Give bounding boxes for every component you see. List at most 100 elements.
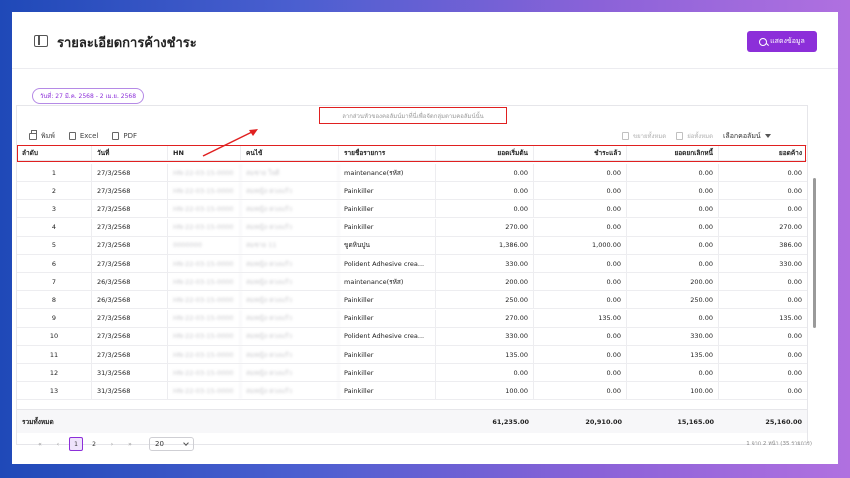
row-start: 135.00: [436, 346, 534, 363]
row-hn: 0000000: [168, 236, 241, 254]
table-row[interactable]: 6 27/3/2568 HN-22-03-15-0000 สมหญิง ดวงแก้ว…: [17, 255, 807, 273]
row-owed: 0.00: [787, 368, 802, 377]
row-start: 0.00: [436, 364, 534, 382]
row-item: Painkiller: [339, 200, 436, 218]
pagination: « ‹ 1 2 › » 20: [33, 437, 194, 451]
sidebar-toggle-icon[interactable]: [34, 35, 48, 47]
row-start: 100.00: [436, 382, 534, 400]
table-row[interactable]: 11 27/3/2568 HN-22-03-15-0000 สมหญิง ดวงแก้…: [17, 346, 807, 364]
totals-label: รวมทั้งหมด: [22, 417, 54, 426]
row-item: maintenance(รหัส): [339, 273, 436, 291]
row-patient: สมหญิง ดวงแก้ว: [241, 182, 339, 200]
expand-icon: [622, 132, 629, 140]
row-no: 7: [17, 273, 92, 291]
row-no: 8: [17, 291, 92, 309]
row-hn: HN-22-03-15-0000: [168, 273, 241, 291]
table-row[interactable]: 2 27/3/2568 HN-22-03-15-0000 สมหญิง ดวงแก้ว…: [17, 182, 807, 201]
table-row[interactable]: 13 31/3/2568 HN-22-03-15-0000 สมหญิง ดวงแก้…: [17, 382, 807, 401]
row-hn: HN-22-03-15-0000: [168, 164, 241, 181]
print-button[interactable]: พิมพ์: [29, 129, 55, 142]
table-row[interactable]: 1 27/3/2568 HN-22-03-15-0000 สมชาย ใจดี main…: [17, 164, 807, 182]
pdf-button[interactable]: PDF: [112, 132, 137, 140]
excel-button[interactable]: Excel: [68, 132, 99, 140]
row-no: 1: [17, 164, 92, 181]
row-patient: สมหญิง ดวงแก้ว: [241, 364, 339, 382]
row-item: Painkiller: [339, 309, 436, 327]
first-page-button[interactable]: «: [33, 437, 47, 451]
row-item: Painkiller: [339, 182, 436, 200]
next-page-button[interactable]: ›: [105, 437, 119, 451]
row-owed: 330.00: [779, 259, 802, 268]
row-paid: 135.00: [534, 309, 627, 327]
last-page-button[interactable]: »: [123, 437, 137, 451]
row-date: 27/3/2568: [92, 182, 168, 200]
row-no: 5: [17, 236, 92, 254]
page-size-select[interactable]: 20: [149, 437, 194, 451]
collapse-all-button[interactable]: ย่อทั้งหมด: [676, 131, 713, 141]
totals-start: 61,235.00: [492, 417, 529, 426]
row-no: 4: [17, 218, 92, 236]
page-header: รายละเอียดการค้างชำระ แสดงข้อมูล: [12, 12, 838, 69]
group-panel[interactable]: ลากส่วนหัวของคอลัมน์มาที่นี่เพื่อจัดกลุ่…: [319, 107, 507, 124]
table-row[interactable]: 4 27/3/2568 HN-22-03-15-0000 สมหญิง ดวงแก้ว…: [17, 218, 807, 237]
row-owed: 0.00: [787, 277, 802, 286]
vertical-scrollbar[interactable]: [813, 178, 816, 328]
row-date: 27/3/2568: [92, 236, 168, 254]
row-patient: สมหญิง ดวงแก้ว: [241, 218, 339, 236]
row-patient: สมหญิง ดวงแก้ว: [241, 200, 339, 218]
expand-all-button[interactable]: ขยายทั้งหมด: [622, 131, 666, 141]
row-item: Painkiller: [339, 218, 436, 236]
row-cancel: 0.00: [627, 200, 719, 218]
table-row[interactable]: 5 27/3/2568 0000000 สมชาย 11 ขูดหินปูน 1,386.…: [17, 236, 807, 255]
row-owed: 0.00: [787, 332, 802, 341]
search-icon: [759, 37, 768, 46]
column-chooser[interactable]: เลือกคอลัมน์: [723, 131, 771, 142]
row-start: 0.00: [436, 200, 534, 218]
page-title: รายละเอียดการค้างชำระ: [57, 36, 197, 51]
row-cancel: 0.00: [627, 309, 719, 327]
totals-owed: 25,160.00: [765, 417, 802, 426]
pdf-label: PDF: [123, 132, 138, 140]
row-no: 13: [17, 382, 92, 400]
table-row[interactable]: 3 27/3/2568 HN-22-03-15-0000 สมหญิง ดวงแก้ว…: [17, 200, 807, 219]
row-start: 1,386.00: [436, 236, 534, 254]
row-date: 27/3/2568: [92, 255, 168, 272]
row-paid: 0.00: [534, 273, 627, 291]
row-hn: HN-22-03-15-0000: [168, 255, 241, 272]
row-start: 250.00: [436, 291, 534, 309]
table-row[interactable]: 12 31/3/2568 HN-22-03-15-0000 สมหญิง ดวงแก้…: [17, 364, 807, 383]
row-owed: 386.00: [779, 241, 802, 250]
prev-page-button[interactable]: ‹: [51, 437, 65, 451]
row-item: Painkiller: [339, 291, 436, 309]
row-hn: HN-22-03-15-0000: [168, 218, 241, 236]
export-toolbar: พิมพ์ Excel PDF: [29, 129, 137, 142]
table-row[interactable]: 8 26/3/2568 HN-22-03-15-0000 สมหญิง ดวงแก้ว…: [17, 291, 807, 310]
table-row[interactable]: 10 27/3/2568 HN-22-03-15-0000 สมหญิง ดวงแก้…: [17, 327, 807, 346]
page-size-value: 20: [155, 440, 164, 448]
table-row[interactable]: 7 26/3/2568 HN-22-03-15-0000 สมหญิง ดวงแก้ว…: [17, 273, 807, 292]
row-cancel: 100.00: [627, 382, 719, 400]
page-2-button[interactable]: 2: [87, 437, 101, 451]
row-owed: 0.00: [787, 186, 802, 195]
collapse-all-label: ย่อทั้งหมด: [687, 133, 714, 140]
row-date: 26/3/2568: [92, 273, 168, 291]
row-item: Painkiller: [339, 382, 436, 400]
row-paid: 0.00: [534, 255, 627, 272]
table-row[interactable]: 9 27/3/2568 HN-22-03-15-0000 สมหญิง ดวงแก้ว…: [17, 309, 807, 328]
row-date: 27/3/2568: [92, 309, 168, 327]
row-cancel: 330.00: [627, 327, 719, 345]
row-patient: สมหญิง ดวงแก้ว: [241, 255, 339, 272]
date-range-chip[interactable]: วันที่: 27 มี.ค. 2568 - 2 เม.ย. 2568: [32, 88, 144, 104]
show-data-label: แสดงข้อมูล: [770, 37, 805, 45]
show-data-button[interactable]: แสดงข้อมูล: [747, 31, 817, 52]
excel-label: Excel: [79, 132, 99, 140]
page-1-button[interactable]: 1: [69, 437, 83, 451]
column-chooser-label: เลือกคอลัมน์: [723, 131, 761, 140]
row-paid: 0.00: [534, 346, 627, 363]
row-start: 330.00: [436, 255, 534, 272]
caret-down-icon: [764, 134, 771, 138]
row-cancel: 0.00: [627, 236, 719, 254]
row-no: 12: [17, 364, 92, 382]
row-patient: สมหญิง ดวงแก้ว: [241, 291, 339, 309]
row-cancel: 200.00: [627, 273, 719, 291]
